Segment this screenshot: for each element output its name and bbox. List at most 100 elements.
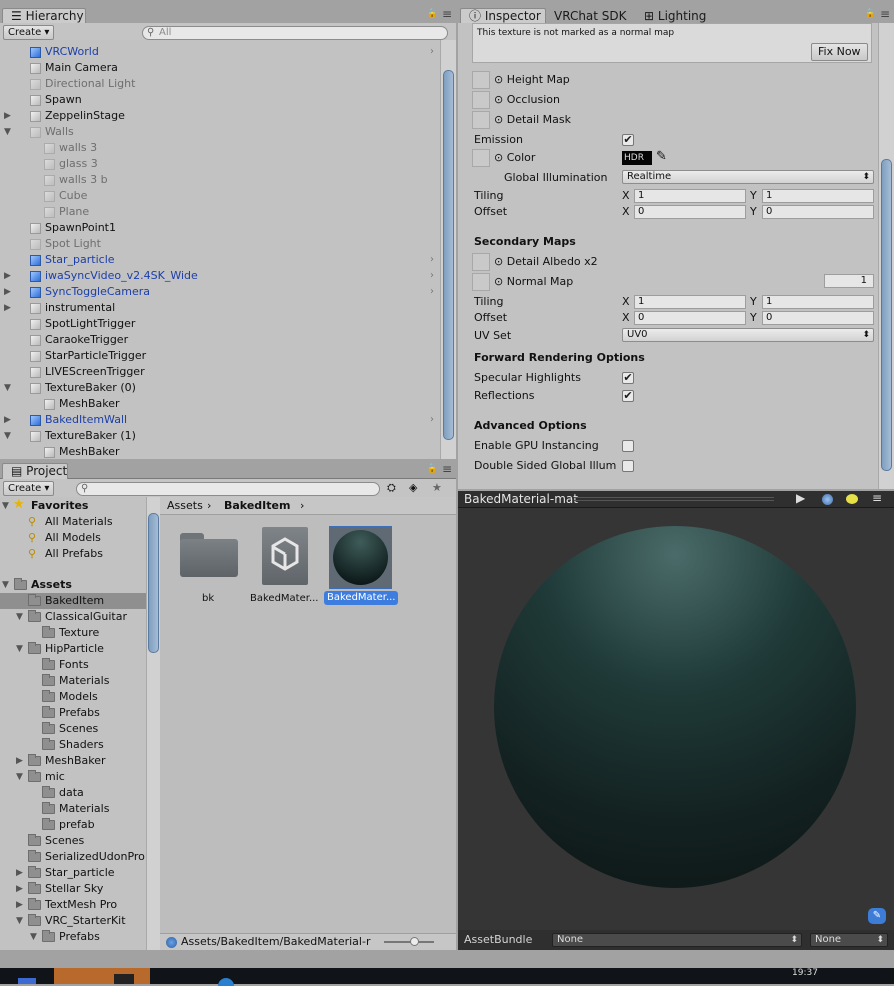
reflections-checkbox[interactable]: ✔ bbox=[622, 390, 634, 402]
project-folder-item[interactable]: ▼ VRC_StarterKit bbox=[0, 913, 146, 929]
offset-y-field[interactable]: 0 bbox=[762, 205, 874, 219]
file-label-bakedmaterial-selected[interactable]: BakedMater... bbox=[324, 591, 399, 605]
detail-albedo-label[interactable]: ⊙ Detail Albedo x2 bbox=[494, 255, 598, 269]
hdr-color-swatch[interactable]: HDR bbox=[622, 151, 652, 165]
expand-right-icon[interactable]: ▶ bbox=[4, 108, 11, 124]
hierarchy-item[interactable]: Star_particle › bbox=[0, 252, 440, 268]
tag-label-icon[interactable]: ✎ bbox=[868, 908, 886, 924]
hierarchy-item[interactable]: MeshBaker bbox=[0, 444, 440, 459]
inspector-scrollbar[interactable] bbox=[878, 23, 894, 489]
preview-menu-icon[interactable]: ≡ bbox=[872, 491, 882, 505]
project-folder-item[interactable]: ▼ mic bbox=[0, 769, 146, 785]
tiling2-x-field[interactable]: 1 bbox=[634, 295, 746, 309]
zoom-slider-handle[interactable] bbox=[410, 937, 419, 946]
hierarchy-item[interactable]: MeshBaker bbox=[0, 396, 440, 412]
hierarchy-item[interactable]: ▶ ZeppelinStage bbox=[0, 108, 440, 124]
normal-map-slot[interactable] bbox=[472, 273, 490, 291]
chevron-right-icon[interactable]: › bbox=[430, 44, 434, 60]
project-folder-item[interactable]: ▶ TextMesh Pro bbox=[0, 897, 146, 913]
project-folder-item[interactable]: prefab bbox=[0, 817, 146, 833]
hierarchy-item[interactable]: VRCWorld › bbox=[0, 44, 440, 60]
expand-down-icon[interactable]: ▼ bbox=[4, 380, 11, 396]
expand-down-icon[interactable]: ▼ bbox=[16, 641, 23, 657]
hierarchy-scroll-thumb[interactable] bbox=[443, 70, 454, 440]
specular-checkbox[interactable]: ✔ bbox=[622, 372, 634, 384]
detail-mask-label[interactable]: ⊙ Detail Mask bbox=[494, 113, 571, 127]
project-folder-item[interactable]: Scenes bbox=[0, 721, 146, 737]
gpu-instancing-checkbox[interactable] bbox=[622, 440, 634, 452]
start-icon[interactable] bbox=[18, 978, 36, 984]
chevron-right-icon[interactable]: › bbox=[430, 268, 434, 284]
assetbundle-dropdown[interactable]: None ⬍ bbox=[552, 933, 802, 947]
hierarchy-item[interactable]: Spot Light bbox=[0, 236, 440, 252]
variant-dropdown[interactable]: None ⬍ bbox=[810, 933, 888, 947]
folder-bk-icon[interactable] bbox=[180, 533, 238, 577]
expand-right-icon[interactable]: ▶ bbox=[16, 897, 23, 913]
unity-prefab-icon[interactable] bbox=[262, 527, 308, 585]
hierarchy-item[interactable]: ▼ TextureBaker (0) bbox=[0, 380, 440, 396]
hierarchy-item[interactable]: ▶ BakedItemWall › bbox=[0, 412, 440, 428]
emission-checkbox[interactable]: ✔ bbox=[622, 134, 634, 146]
taskbar-app-active[interactable] bbox=[54, 968, 150, 984]
terminal-icon[interactable] bbox=[114, 974, 134, 984]
expand-right-icon[interactable]: ▶ bbox=[16, 753, 23, 769]
project-folder-item[interactable]: ▶ MeshBaker bbox=[0, 753, 146, 769]
offset2-x-field[interactable]: 0 bbox=[634, 311, 746, 325]
color-label[interactable]: ⊙ Color bbox=[494, 151, 535, 165]
light-toggle-icon[interactable] bbox=[846, 494, 858, 504]
tiling2-y-field[interactable]: 1 bbox=[762, 295, 874, 309]
hierarchy-item[interactable]: SpotLightTrigger bbox=[0, 316, 440, 332]
expand-right-icon[interactable]: ▶ bbox=[4, 300, 11, 316]
eyedropper-icon[interactable]: ✎ bbox=[656, 149, 667, 164]
hierarchy-item[interactable]: Cube bbox=[0, 188, 440, 204]
hierarchy-item[interactable]: StarParticleTrigger bbox=[0, 348, 440, 364]
project-tree-scrollbar[interactable] bbox=[146, 497, 160, 950]
detail-albedo-slot[interactable] bbox=[472, 253, 490, 271]
hierarchy-item[interactable]: Main Camera bbox=[0, 60, 440, 76]
star-icon[interactable]: ★ bbox=[432, 481, 442, 494]
double-sided-gi-checkbox[interactable] bbox=[622, 460, 634, 472]
hierarchy-item[interactable]: SpawnPoint1 bbox=[0, 220, 440, 236]
tab-inspector[interactable]: ⓘ Inspector bbox=[460, 8, 546, 24]
panel-menu-icon[interactable]: ≡ bbox=[442, 7, 452, 21]
project-folder-item[interactable]: Materials bbox=[0, 801, 146, 817]
expand-down-icon[interactable]: ▼ bbox=[16, 769, 23, 785]
tab-hierarchy[interactable]: ☰ Hierarchy bbox=[2, 8, 86, 24]
expand-down-icon[interactable]: ▼ bbox=[16, 609, 23, 625]
project-folder-item[interactable]: Fonts bbox=[0, 657, 146, 673]
material-preview[interactable]: ✎ bbox=[458, 508, 894, 930]
hierarchy-create-button[interactable]: Create ▾ bbox=[3, 25, 55, 40]
breadcrumb-bakeditem[interactable]: BakedItem bbox=[224, 499, 290, 513]
offset-x-field[interactable]: 0 bbox=[634, 205, 746, 219]
hierarchy-item[interactable]: CaraokeTrigger bbox=[0, 332, 440, 348]
project-search-input[interactable]: ⚲ bbox=[76, 482, 380, 496]
project-create-button[interactable]: Create ▾ bbox=[3, 481, 55, 496]
browser-icon[interactable] bbox=[218, 978, 234, 986]
fix-now-button[interactable]: Fix Now bbox=[811, 43, 868, 61]
expand-down-icon[interactable]: ▼ bbox=[4, 124, 11, 140]
hierarchy-item[interactable]: ▶ SyncToggleCamera › bbox=[0, 284, 440, 300]
emission-color-slot[interactable] bbox=[472, 149, 490, 167]
hierarchy-item[interactable]: glass 3 bbox=[0, 156, 440, 172]
tag-icon[interactable]: ◈ bbox=[409, 481, 417, 494]
tiling-y-field[interactable]: 1 bbox=[762, 189, 874, 203]
detail-mask-slot[interactable] bbox=[472, 111, 490, 129]
uv-set-dropdown[interactable]: UV0 ⬍ bbox=[622, 328, 874, 342]
project-folder-item[interactable]: Scenes bbox=[0, 833, 146, 849]
file-label-bakedmaterial[interactable]: BakedMater... bbox=[250, 592, 318, 606]
project-folder-item[interactable]: ▼ Prefabs bbox=[0, 929, 146, 945]
play-icon[interactable]: ▶ bbox=[796, 491, 805, 505]
expand-right-icon[interactable]: ▶ bbox=[16, 881, 23, 897]
expand-right-icon[interactable]: ▶ bbox=[4, 284, 11, 300]
expand-right-icon[interactable]: ▶ bbox=[16, 865, 23, 881]
file-label-bk[interactable]: bk bbox=[202, 592, 214, 606]
height-map-slot[interactable] bbox=[472, 71, 490, 89]
project-folder-item[interactable]: Shaders bbox=[0, 737, 146, 753]
project-folder-item[interactable]: ▼ HipParticle bbox=[0, 641, 146, 657]
tiling-x-field[interactable]: 1 bbox=[634, 189, 746, 203]
hierarchy-item[interactable]: ▼ Walls bbox=[0, 124, 440, 140]
expand-down-icon[interactable]: ▼ bbox=[16, 913, 23, 929]
expand-right-icon[interactable]: ▶ bbox=[4, 268, 11, 284]
chevron-right-icon[interactable]: › bbox=[430, 252, 434, 268]
expand-down-icon[interactable]: ▼ bbox=[30, 929, 37, 945]
